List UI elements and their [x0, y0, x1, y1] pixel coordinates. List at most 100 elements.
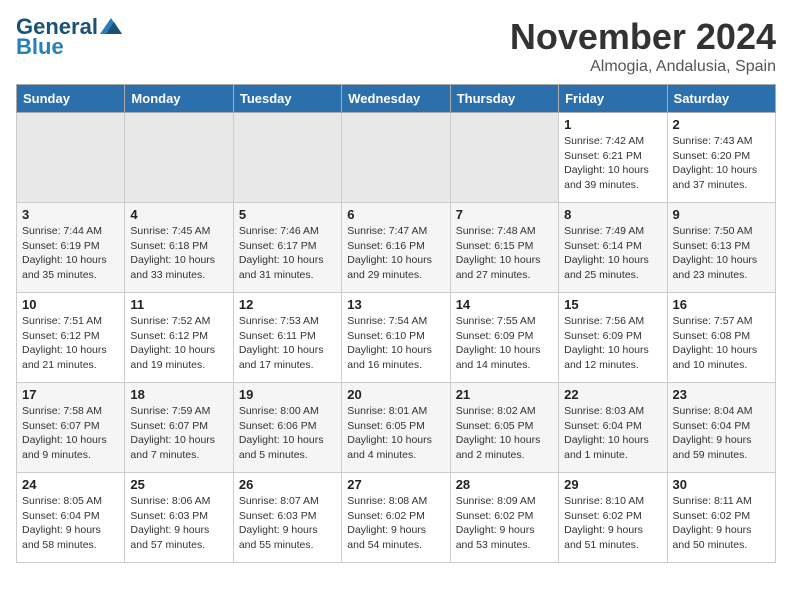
col-header-wednesday: Wednesday	[342, 85, 450, 113]
logo-icon	[100, 18, 122, 34]
day-number: 15	[564, 297, 661, 312]
day-info: Sunrise: 8:01 AM Sunset: 6:05 PM Dayligh…	[347, 404, 444, 463]
logo-blue-label: Blue	[16, 34, 64, 60]
col-header-sunday: Sunday	[17, 85, 125, 113]
calendar-body: 1 Sunrise: 7:42 AM Sunset: 6:21 PM Daylig…	[17, 113, 776, 563]
calendar-cell: 15 Sunrise: 7:56 AM Sunset: 6:09 PM Dayli…	[559, 293, 667, 383]
calendar-cell: 5 Sunrise: 7:46 AM Sunset: 6:17 PM Daylig…	[233, 203, 341, 293]
day-info: Sunrise: 7:58 AM Sunset: 6:07 PM Dayligh…	[22, 404, 119, 463]
day-number: 2	[673, 117, 770, 132]
calendar-cell	[450, 113, 558, 203]
day-number: 12	[239, 297, 336, 312]
day-number: 9	[673, 207, 770, 222]
day-info: Sunrise: 8:06 AM Sunset: 6:03 PM Dayligh…	[130, 494, 227, 553]
day-info: Sunrise: 7:55 AM Sunset: 6:09 PM Dayligh…	[456, 314, 553, 373]
day-number: 26	[239, 477, 336, 492]
col-header-saturday: Saturday	[667, 85, 775, 113]
page-container: General Blue November 2024 Almogia, Anda…	[0, 0, 792, 571]
calendar-cell: 11 Sunrise: 7:52 AM Sunset: 6:12 PM Dayli…	[125, 293, 233, 383]
calendar-cell: 13 Sunrise: 7:54 AM Sunset: 6:10 PM Dayli…	[342, 293, 450, 383]
week-row-4: 17 Sunrise: 7:58 AM Sunset: 6:07 PM Dayli…	[17, 383, 776, 473]
day-info: Sunrise: 7:42 AM Sunset: 6:21 PM Dayligh…	[564, 134, 661, 193]
calendar-cell	[233, 113, 341, 203]
day-info: Sunrise: 8:07 AM Sunset: 6:03 PM Dayligh…	[239, 494, 336, 553]
calendar-cell: 27 Sunrise: 8:08 AM Sunset: 6:02 PM Dayli…	[342, 473, 450, 563]
day-info: Sunrise: 8:02 AM Sunset: 6:05 PM Dayligh…	[456, 404, 553, 463]
day-number: 7	[456, 207, 553, 222]
calendar-cell: 6 Sunrise: 7:47 AM Sunset: 6:16 PM Daylig…	[342, 203, 450, 293]
day-info: Sunrise: 8:09 AM Sunset: 6:02 PM Dayligh…	[456, 494, 553, 553]
col-header-tuesday: Tuesday	[233, 85, 341, 113]
week-row-1: 1 Sunrise: 7:42 AM Sunset: 6:21 PM Daylig…	[17, 113, 776, 203]
day-number: 16	[673, 297, 770, 312]
day-number: 14	[456, 297, 553, 312]
calendar-cell	[342, 113, 450, 203]
day-info: Sunrise: 7:56 AM Sunset: 6:09 PM Dayligh…	[564, 314, 661, 373]
calendar-cell: 17 Sunrise: 7:58 AM Sunset: 6:07 PM Dayli…	[17, 383, 125, 473]
day-number: 6	[347, 207, 444, 222]
col-header-thursday: Thursday	[450, 85, 558, 113]
calendar-table: SundayMondayTuesdayWednesdayThursdayFrid…	[16, 84, 776, 563]
day-number: 22	[564, 387, 661, 402]
calendar-cell: 22 Sunrise: 8:03 AM Sunset: 6:04 PM Dayli…	[559, 383, 667, 473]
calendar-cell: 30Sunrise: 8:11 AM Sunset: 6:02 PM Dayli…	[667, 473, 775, 563]
day-info: Sunrise: 7:51 AM Sunset: 6:12 PM Dayligh…	[22, 314, 119, 373]
header: General Blue November 2024 Almogia, Anda…	[16, 16, 776, 76]
day-number: 11	[130, 297, 227, 312]
calendar-cell: 29 Sunrise: 8:10 AM Sunset: 6:02 PM Dayli…	[559, 473, 667, 563]
day-number: 19	[239, 387, 336, 402]
day-number: 27	[347, 477, 444, 492]
day-info: Sunrise: 7:54 AM Sunset: 6:10 PM Dayligh…	[347, 314, 444, 373]
calendar-cell: 25Sunrise: 8:06 AM Sunset: 6:03 PM Dayli…	[125, 473, 233, 563]
logo-blue-text	[100, 16, 122, 38]
calendar-cell: 26 Sunrise: 8:07 AM Sunset: 6:03 PM Dayli…	[233, 473, 341, 563]
calendar-cell: 10 Sunrise: 7:51 AM Sunset: 6:12 PM Dayli…	[17, 293, 125, 383]
day-number: 1	[564, 117, 661, 132]
day-info: Sunrise: 7:46 AM Sunset: 6:17 PM Dayligh…	[239, 224, 336, 283]
day-number: 10	[22, 297, 119, 312]
day-info: Sunrise: 7:53 AM Sunset: 6:11 PM Dayligh…	[239, 314, 336, 373]
calendar-cell: 20 Sunrise: 8:01 AM Sunset: 6:05 PM Dayli…	[342, 383, 450, 473]
calendar-cell: 7 Sunrise: 7:48 AM Sunset: 6:15 PM Daylig…	[450, 203, 558, 293]
day-info: Sunrise: 8:04 AM Sunset: 6:04 PM Dayligh…	[673, 404, 770, 463]
day-info: Sunrise: 8:11 AM Sunset: 6:02 PM Dayligh…	[673, 494, 770, 553]
col-header-friday: Friday	[559, 85, 667, 113]
day-info: Sunrise: 7:49 AM Sunset: 6:14 PM Dayligh…	[564, 224, 661, 283]
day-number: 13	[347, 297, 444, 312]
day-number: 3	[22, 207, 119, 222]
week-row-3: 10 Sunrise: 7:51 AM Sunset: 6:12 PM Dayli…	[17, 293, 776, 383]
calendar-cell: 23 Sunrise: 8:04 AM Sunset: 6:04 PM Dayli…	[667, 383, 775, 473]
day-number: 4	[130, 207, 227, 222]
day-info: Sunrise: 7:48 AM Sunset: 6:15 PM Dayligh…	[456, 224, 553, 283]
day-info: Sunrise: 7:52 AM Sunset: 6:12 PM Dayligh…	[130, 314, 227, 373]
day-info: Sunrise: 8:10 AM Sunset: 6:02 PM Dayligh…	[564, 494, 661, 553]
day-info: Sunrise: 7:44 AM Sunset: 6:19 PM Dayligh…	[22, 224, 119, 283]
day-info: Sunrise: 7:47 AM Sunset: 6:16 PM Dayligh…	[347, 224, 444, 283]
day-info: Sunrise: 8:00 AM Sunset: 6:06 PM Dayligh…	[239, 404, 336, 463]
week-row-5: 24 Sunrise: 8:05 AM Sunset: 6:04 PM Dayli…	[17, 473, 776, 563]
day-number: 18	[130, 387, 227, 402]
col-header-monday: Monday	[125, 85, 233, 113]
calendar-cell: 21Sunrise: 8:02 AM Sunset: 6:05 PM Dayli…	[450, 383, 558, 473]
day-number: 23	[673, 387, 770, 402]
day-number: 24	[22, 477, 119, 492]
day-number: 20	[347, 387, 444, 402]
location: Almogia, Andalusia, Spain	[510, 58, 776, 76]
calendar-cell: 4Sunrise: 7:45 AM Sunset: 6:18 PM Daylig…	[125, 203, 233, 293]
day-info: Sunrise: 7:59 AM Sunset: 6:07 PM Dayligh…	[130, 404, 227, 463]
day-number: 17	[22, 387, 119, 402]
day-info: Sunrise: 8:03 AM Sunset: 6:04 PM Dayligh…	[564, 404, 661, 463]
calendar-cell: 9 Sunrise: 7:50 AM Sunset: 6:13 PM Daylig…	[667, 203, 775, 293]
day-info: Sunrise: 7:50 AM Sunset: 6:13 PM Dayligh…	[673, 224, 770, 283]
calendar-cell: 2Sunrise: 7:43 AM Sunset: 6:20 PM Daylig…	[667, 113, 775, 203]
day-number: 29	[564, 477, 661, 492]
day-number: 5	[239, 207, 336, 222]
calendar-cell: 12 Sunrise: 7:53 AM Sunset: 6:11 PM Dayli…	[233, 293, 341, 383]
day-info: Sunrise: 7:57 AM Sunset: 6:08 PM Dayligh…	[673, 314, 770, 373]
calendar-cell	[125, 113, 233, 203]
day-info: Sunrise: 8:08 AM Sunset: 6:02 PM Dayligh…	[347, 494, 444, 553]
calendar-cell: 1 Sunrise: 7:42 AM Sunset: 6:21 PM Daylig…	[559, 113, 667, 203]
day-info: Sunrise: 8:05 AM Sunset: 6:04 PM Dayligh…	[22, 494, 119, 553]
calendar-cell: 18 Sunrise: 7:59 AM Sunset: 6:07 PM Dayli…	[125, 383, 233, 473]
calendar-header-row: SundayMondayTuesdayWednesdayThursdayFrid…	[17, 85, 776, 113]
